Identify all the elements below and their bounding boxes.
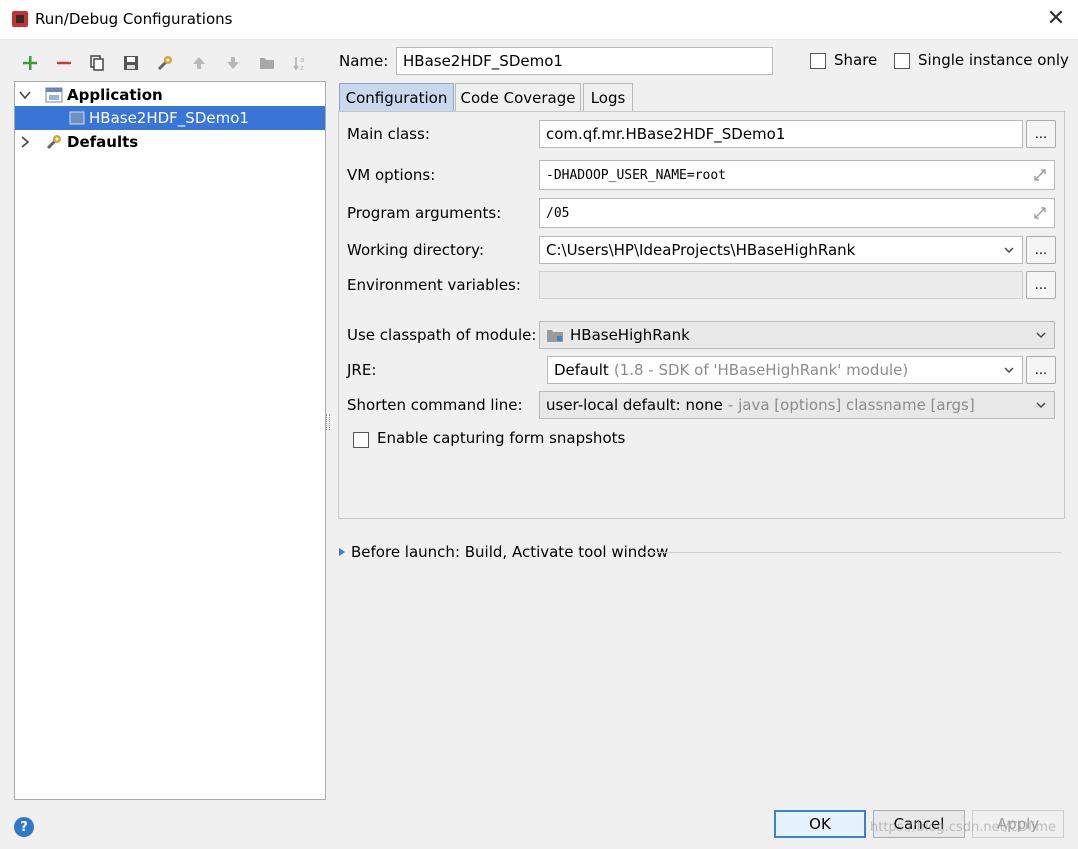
tab-code-coverage[interactable]: Code Coverage: [455, 83, 581, 111]
splitter-handle[interactable]: [326, 414, 330, 430]
program-arguments-input[interactable]: /05: [539, 198, 1055, 228]
classpath-module-value: HBaseHighRank: [570, 326, 690, 344]
remove-icon[interactable]: [53, 52, 75, 74]
configuration-tree[interactable]: Application HBase2HDF_SDemo1 Defaults: [14, 81, 326, 800]
tree-item-defaults[interactable]: Defaults: [15, 130, 325, 154]
move-down-icon[interactable]: [222, 52, 244, 74]
window-title: Run/Debug Configurations: [35, 10, 233, 28]
chevron-down-icon[interactable]: [1036, 400, 1046, 410]
wrench-icon: [46, 135, 61, 150]
vm-options-input[interactable]: -DHADOOP_USER_NAME=root: [539, 160, 1055, 190]
main-class-label: Main class:: [347, 125, 430, 143]
working-directory-label: Working directory:: [347, 241, 485, 259]
before-launch-label[interactable]: Before launch: Build, Activate tool wind…: [351, 543, 668, 561]
tree-label-config: HBase2HDF_SDemo1: [89, 109, 249, 127]
ok-button[interactable]: OK: [774, 810, 866, 838]
save-icon[interactable]: [120, 52, 142, 74]
share-checkbox[interactable]: [810, 53, 826, 69]
name-label: Name:: [339, 52, 389, 70]
main-class-browse-button[interactable]: ...: [1026, 120, 1056, 148]
working-directory-combo[interactable]: C:\Users\HP\IdeaProjects\HBaseHighRank: [539, 236, 1023, 264]
module-folder-icon: [547, 330, 563, 342]
main-class-input[interactable]: com.qf.mr.HBase2HDF_SDemo1: [539, 120, 1023, 148]
tree-item-config[interactable]: HBase2HDF_SDemo1: [15, 106, 325, 130]
jre-label: JRE:: [347, 361, 377, 379]
tree-item-application[interactable]: Application: [15, 83, 325, 107]
enable-snapshots-checkbox[interactable]: [353, 432, 369, 448]
classpath-module-combo[interactable]: HBaseHighRank: [539, 321, 1055, 349]
expand-icon[interactable]: [1032, 167, 1048, 183]
jre-detail: (1.8 - SDK of 'HBaseHighRank' module): [613, 361, 909, 379]
jre-combo[interactable]: Default (1.8 - SDK of 'HBaseHighRank' mo…: [547, 356, 1023, 384]
chevron-down-icon[interactable]: [1036, 330, 1046, 340]
vm-options-value: -DHADOOP_USER_NAME=root: [546, 167, 727, 183]
intellij-app-icon: [12, 11, 28, 27]
add-icon[interactable]: [19, 52, 41, 74]
application-icon: [45, 87, 63, 103]
single-instance-checkbox[interactable]: [894, 53, 910, 69]
jre-browse-button[interactable]: ...: [1026, 356, 1056, 384]
environment-variables-input[interactable]: [539, 271, 1023, 299]
shorten-command-line-value: user-local default: none: [546, 396, 723, 414]
help-icon[interactable]: ?: [14, 817, 34, 837]
share-label: Share: [834, 51, 878, 69]
expand-icon[interactable]: [1032, 205, 1048, 221]
folder-icon[interactable]: [256, 52, 278, 74]
copy-icon[interactable]: [86, 52, 108, 74]
working-directory-browse-button[interactable]: ...: [1026, 236, 1056, 264]
tab-logs[interactable]: Logs: [583, 83, 633, 111]
classpath-module-label: Use classpath of module:: [347, 326, 537, 344]
chevron-down-icon[interactable]: [1004, 245, 1014, 255]
enable-snapshots-label: Enable capturing form snapshots: [377, 429, 626, 447]
run-config-icon: [69, 111, 85, 125]
environment-variables-browse-button[interactable]: ...: [1026, 271, 1056, 299]
shorten-command-line-combo[interactable]: user-local default: none - java [options…: [539, 391, 1055, 419]
wrench-icon[interactable]: [154, 52, 176, 74]
chevron-down-icon[interactable]: [1004, 365, 1014, 375]
shorten-command-line-label: Shorten command line:: [347, 396, 523, 414]
jre-value: Default: [554, 361, 609, 379]
environment-variables-label: Environment variables:: [347, 276, 521, 294]
tree-label-defaults: Defaults: [67, 133, 139, 151]
before-launch-divider: [640, 552, 1061, 553]
chevron-down-icon[interactable]: [19, 89, 31, 101]
move-up-icon[interactable]: [188, 52, 210, 74]
program-arguments-label: Program arguments:: [347, 204, 502, 222]
shorten-command-line-detail: - java [options] classname [args]: [727, 396, 975, 414]
watermark-text: https://blog.csdn.net/CDlime: [870, 820, 1057, 835]
svg-text:a: a: [300, 56, 304, 64]
single-instance-label: Single instance only: [918, 51, 1069, 69]
chevron-right-icon[interactable]: [19, 136, 31, 148]
working-directory-value: C:\Users\HP\IdeaProjects\HBaseHighRank: [546, 241, 856, 259]
close-icon[interactable]: ✕: [1043, 6, 1069, 32]
vm-options-label: VM options:: [347, 166, 436, 184]
sort-icon[interactable]: az: [290, 52, 312, 74]
tree-label-application: Application: [67, 86, 163, 104]
name-input[interactable]: HBase2HDF_SDemo1: [396, 47, 773, 75]
chevron-right-icon[interactable]: [338, 547, 346, 557]
svg-text:z: z: [300, 64, 304, 72]
tab-configuration[interactable]: Configuration: [339, 83, 454, 111]
program-arguments-value: /05: [546, 205, 570, 221]
